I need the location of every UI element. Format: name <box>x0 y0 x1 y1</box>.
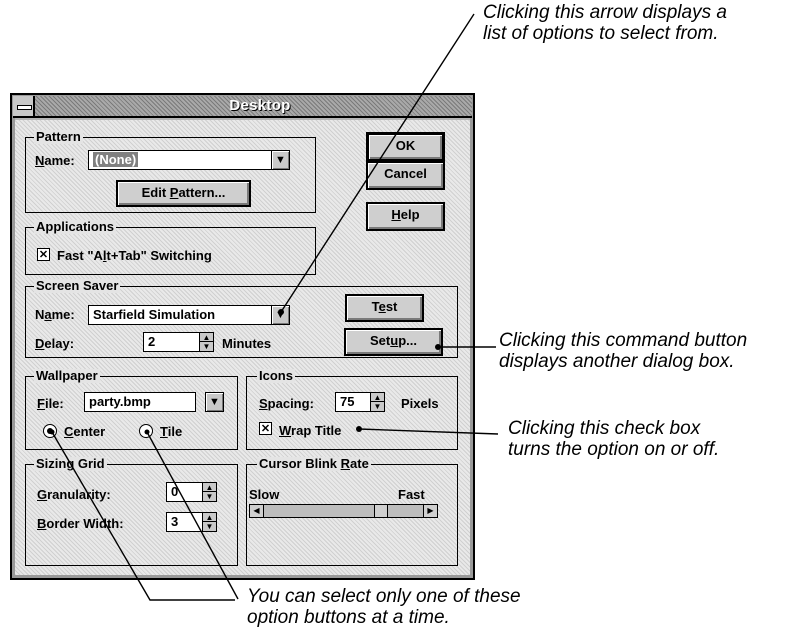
callout-dot-command <box>435 344 441 350</box>
callout-line-center <box>51 431 235 601</box>
callout-dot-center <box>49 429 55 435</box>
callout-dot-checkbox <box>356 426 362 432</box>
callout-line-tile <box>146 431 239 600</box>
callout-line-arrow <box>280 13 475 313</box>
callout-dot-arrow <box>278 309 284 315</box>
callout-line-checkbox <box>358 428 499 435</box>
callout-lines <box>49 13 499 601</box>
callout-dot-tile <box>144 429 150 435</box>
